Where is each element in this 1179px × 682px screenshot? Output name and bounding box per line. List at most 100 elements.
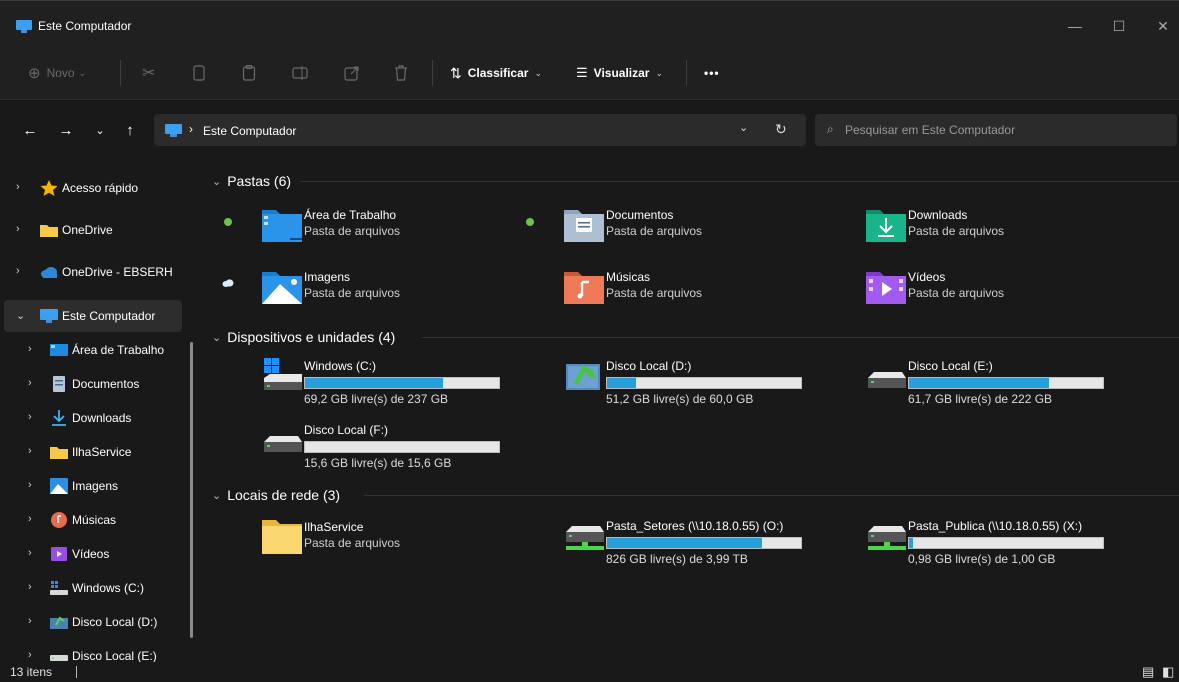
- share-icon: [344, 66, 359, 81]
- drive-icon: [50, 616, 68, 629]
- search-icon: ⌕: [827, 122, 834, 136]
- close-button[interactable]: ✕: [1148, 15, 1178, 37]
- sidebar-item-label: Disco Local (E:): [72, 649, 157, 662]
- sidebar-item-onedrive-ebserh[interactable]: › OneDrive - EBSERH: [4, 256, 182, 288]
- network-folder-ilhaservice[interactable]: IlhaService Pasta de arquivos: [208, 514, 508, 566]
- drive-tile-f[interactable]: Disco Local (F:) 15,6 GB livre(s) de 15,…: [208, 418, 508, 470]
- folder-tile-desktop[interactable]: Área de Trabalho Pasta de arquivos: [208, 202, 508, 254]
- expand-chevron-icon[interactable]: ›: [28, 445, 32, 457]
- sidebar-scrollbar[interactable]: [190, 342, 193, 638]
- group-header-devices[interactable]: ⌄ Dispositivos e unidades (4): [212, 326, 395, 348]
- drive-tile-c[interactable]: Windows (C:) 69,2 GB livre(s) de 237 GB: [208, 354, 508, 406]
- folder-tile-pictures[interactable]: Imagens Pasta de arquivos: [208, 264, 508, 316]
- drive-usage-fill: [909, 538, 913, 548]
- windows-drive-icon: [264, 358, 302, 390]
- windows-drive-icon: [50, 581, 68, 595]
- sort-button[interactable]: ⇅ Classificar ⌄: [450, 46, 542, 100]
- sidebar-item-documents[interactable]: › Documentos: [4, 368, 182, 400]
- expand-chevron-icon[interactable]: ›: [28, 343, 32, 355]
- group-header-folders[interactable]: ⌄ Pastas (6): [212, 170, 291, 192]
- paste-button[interactable]: [242, 46, 256, 100]
- collapse-chevron-icon[interactable]: ⌄: [16, 309, 25, 322]
- cloud-icon: [41, 267, 57, 278]
- expand-chevron-icon[interactable]: ›: [28, 377, 32, 389]
- expand-chevron-icon[interactable]: ›: [16, 265, 20, 277]
- delete-button[interactable]: [394, 46, 408, 100]
- cut-button[interactable]: ✂: [142, 46, 155, 100]
- share-button[interactable]: [344, 46, 360, 100]
- toolbar-separator: [686, 60, 687, 86]
- synced-status-icon: [526, 218, 534, 226]
- network-drive-x[interactable]: Pasta_Publica (\\10.18.0.55) (X:) 0,98 G…: [812, 514, 1112, 566]
- forward-button[interactable]: →: [56, 122, 76, 140]
- expand-chevron-icon[interactable]: ›: [28, 479, 32, 491]
- sidebar-item-this-pc[interactable]: ⌄ Este Computador: [4, 300, 182, 332]
- sidebar-item-downloads[interactable]: › Downloads: [4, 402, 182, 434]
- pictures-icon: [50, 478, 68, 494]
- drive-usage-fill: [909, 378, 1049, 388]
- paste-icon: [242, 65, 256, 81]
- group-header-network[interactable]: ⌄ Locais de rede (3): [212, 484, 340, 506]
- folder-type: Pasta de arquivos: [304, 224, 401, 238]
- tiles-view-icon[interactable]: ◧: [1162, 664, 1174, 680]
- expand-chevron-icon[interactable]: ›: [28, 513, 32, 525]
- folder-type: Pasta de arquivos: [908, 224, 1005, 238]
- sidebar-item-quick-access[interactable]: › Acesso rápido: [4, 172, 182, 204]
- expand-chevron-icon[interactable]: ›: [28, 649, 32, 661]
- sidebar-item-ilhaservice[interactable]: › IlhaService: [4, 436, 182, 468]
- expand-chevron-icon[interactable]: ›: [28, 411, 32, 423]
- copy-button[interactable]: [192, 46, 206, 100]
- folder-tile-downloads[interactable]: Downloads Pasta de arquivos: [812, 202, 1112, 254]
- details-view-icon[interactable]: ▤: [1142, 664, 1154, 680]
- sidebar-item-onedrive[interactable]: › OneDrive: [4, 214, 182, 246]
- download-icon: [52, 410, 66, 426]
- drive-free-space: 0,98 GB livre(s) de 1,00 GB: [908, 552, 1056, 566]
- folder-tile-videos[interactable]: Vídeos Pasta de arquivos: [812, 264, 1112, 316]
- group-divider: [364, 495, 1179, 496]
- drive-tile-d[interactable]: Disco Local (D:) 51,2 GB livre(s) de 60,…: [510, 354, 810, 406]
- sidebar-item-windows-c[interactable]: › Windows (C:): [4, 572, 182, 604]
- address-bar[interactable]: › Este Computador ⌄ ↻: [154, 114, 806, 146]
- expand-chevron-icon[interactable]: ›: [28, 615, 32, 627]
- search-input[interactable]: Pesquisar em Este Computador: [845, 123, 1015, 137]
- chevron-down-icon: ⌄: [78, 67, 87, 78]
- more-button[interactable]: •••: [704, 46, 720, 100]
- recent-locations-button[interactable]: ⌄: [90, 122, 110, 140]
- music-folder-icon: [564, 272, 604, 304]
- sidebar-item-music[interactable]: › Músicas: [4, 504, 182, 536]
- navigation-pane: › Acesso rápido › OneDrive › OneDrive - …: [0, 162, 208, 662]
- network-drive-o[interactable]: Pasta_Setores (\\10.18.0.55) (O:) 826 GB…: [510, 514, 810, 566]
- star-icon: [40, 180, 58, 196]
- expand-chevron-icon[interactable]: ›: [16, 223, 20, 235]
- sidebar-item-videos[interactable]: › Vídeos: [4, 538, 182, 570]
- expand-chevron-icon[interactable]: ›: [28, 581, 32, 593]
- collapse-chevron-icon: ⌄: [212, 175, 222, 188]
- address-history-chevron-icon[interactable]: ⌄: [739, 121, 748, 134]
- new-button[interactable]: ⊕ Novo ⌄: [28, 46, 86, 100]
- minimize-button[interactable]: —: [1060, 15, 1090, 37]
- cut-icon: ✂: [142, 65, 156, 82]
- expand-chevron-icon[interactable]: ›: [16, 181, 20, 193]
- breadcrumb[interactable]: Este Computador: [203, 124, 296, 138]
- drive-usage-fill: [305, 378, 443, 388]
- maximize-button[interactable]: ☐: [1104, 15, 1134, 37]
- sidebar-item-pictures[interactable]: › Imagens: [4, 470, 182, 502]
- folder-type: Pasta de arquivos: [606, 286, 703, 300]
- view-button[interactable]: ☰ Visualizar ⌄: [576, 46, 663, 100]
- sidebar-item-label: Este Computador: [62, 309, 156, 323]
- drive-tile-e[interactable]: Disco Local (E:) 61,7 GB livre(s) de 222…: [812, 354, 1112, 406]
- expand-chevron-icon[interactable]: ›: [28, 547, 32, 559]
- folder-name: Vídeos: [908, 270, 946, 284]
- back-button[interactable]: ←: [20, 122, 40, 140]
- sidebar-item-label: Imagens: [72, 479, 119, 493]
- up-button[interactable]: ↑: [120, 122, 140, 140]
- sidebar-item-desktop[interactable]: › Área de Trabalho: [4, 334, 182, 366]
- sidebar-item-drive-e[interactable]: › Disco Local (E:): [4, 640, 182, 662]
- folder-tile-music[interactable]: Músicas Pasta de arquivos: [510, 264, 810, 316]
- sidebar-item-drive-d[interactable]: › Disco Local (D:): [4, 606, 182, 638]
- status-bar: 13 itens ▤ ◧: [0, 662, 1179, 682]
- refresh-icon[interactable]: ↻: [775, 121, 787, 138]
- folder-tile-documents[interactable]: Documentos Pasta de arquivos: [510, 202, 810, 254]
- search-box[interactable]: ⌕ Pesquisar em Este Computador: [815, 114, 1177, 146]
- rename-button[interactable]: [292, 46, 308, 100]
